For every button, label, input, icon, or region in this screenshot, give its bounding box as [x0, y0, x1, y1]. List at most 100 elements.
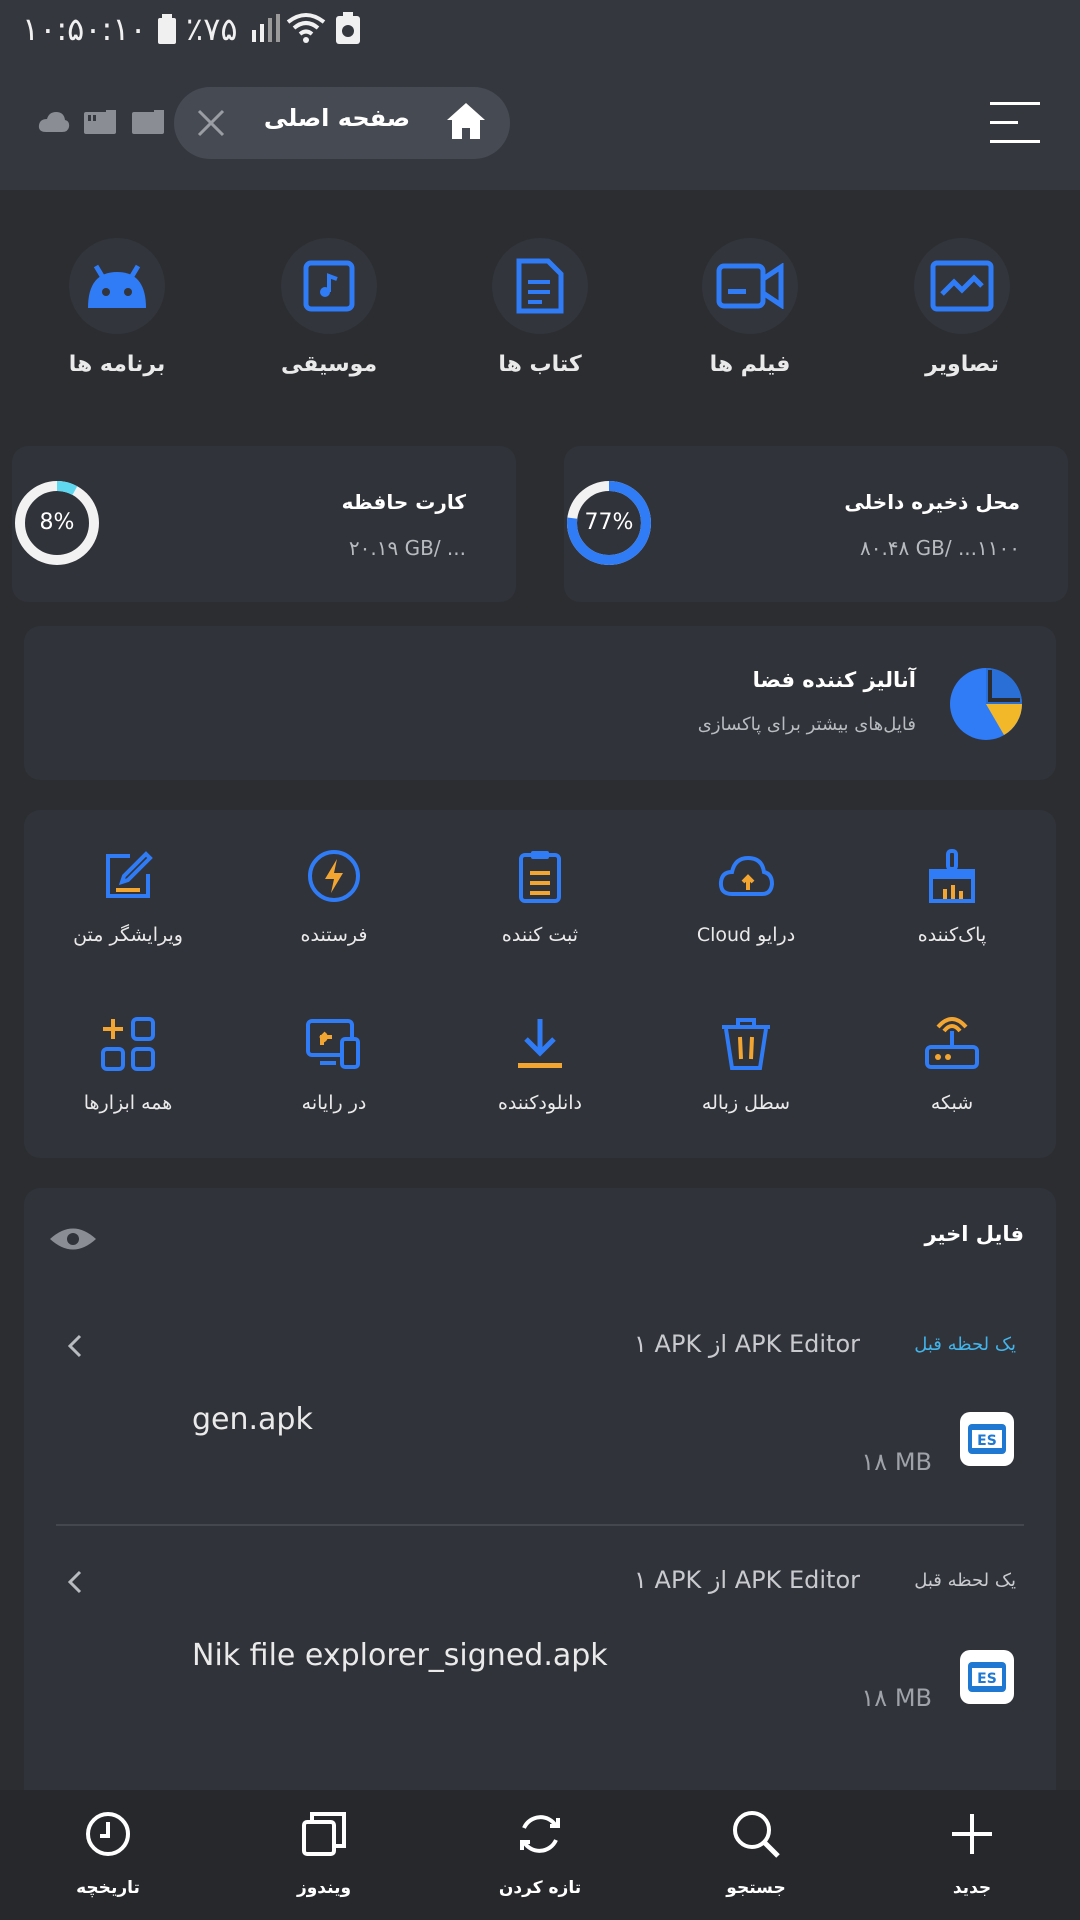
pie-chart-icon [948, 666, 1024, 742]
recent-files-panel [24, 1188, 1056, 1808]
nav-label: جستجو [726, 1878, 786, 1898]
nav-new[interactable]: جدید [892, 1806, 1052, 1898]
apk-file-icon: ES [960, 1650, 1014, 1704]
tool-all-tools[interactable]: همه ابزارها [28, 1012, 228, 1114]
internal-storage-percent: 77% [584, 510, 634, 535]
tool-label: ویرایشگر متن [73, 924, 183, 946]
category-videos[interactable]: فیلم ها [655, 238, 845, 377]
apk-file-icon: ES [960, 1412, 1014, 1466]
trash-icon [722, 1018, 770, 1070]
category-apps[interactable]: برنامه ها [22, 238, 212, 377]
refresh-icon [520, 1815, 560, 1853]
svg-text:ES: ES [977, 1433, 997, 1449]
search-icon [733, 1811, 780, 1858]
tool-label: در رایانه [301, 1092, 367, 1114]
category-label: برنامه ها [68, 352, 166, 377]
cast-icon [306, 1019, 360, 1069]
divider [56, 1524, 1024, 1526]
close-tab-icon[interactable] [196, 108, 226, 138]
category-label: فیلم ها [709, 352, 791, 377]
image-icon [930, 260, 994, 312]
nav-windows[interactable]: ویندوز [244, 1806, 404, 1898]
tool-label: همه ابزارها [83, 1092, 173, 1114]
category-label: کتاب ها [498, 352, 582, 377]
recent-file-name[interactable]: gen.apk [192, 1402, 313, 1437]
category-books[interactable]: کتاب ها [445, 238, 635, 377]
nav-label: تازه کردن [498, 1878, 582, 1898]
analyzer-title: آنالیز کننده فضا [752, 668, 916, 692]
tool-downloader[interactable]: دانلودکننده [440, 1012, 640, 1114]
download-icon [518, 1019, 562, 1068]
tool-label: دانلودکننده [497, 1092, 583, 1114]
recent-file-size: ۱۸ MB [861, 1684, 932, 1712]
video-icon [716, 263, 784, 309]
tool-cleaner[interactable]: پاک‌کننده [852, 844, 1052, 946]
lightning-icon [308, 850, 360, 902]
category-label: تصاویر [925, 352, 999, 377]
document-icon [516, 258, 564, 314]
nav-history[interactable]: تاریخچه [28, 1806, 188, 1898]
tool-recorder[interactable]: ثبت کننده [440, 844, 640, 946]
tool-label: ثبت کننده [501, 924, 579, 946]
recent-file-size: ۱۸ MB [861, 1448, 932, 1476]
recent-source: ۱ APK از APK Editor [634, 1330, 860, 1358]
eye-icon[interactable] [48, 1224, 98, 1254]
sdcard-storage-percent: 8% [39, 510, 75, 535]
analyzer-subtitle: فایل‌های بیشتر برای پاکسازی [697, 714, 916, 735]
recent-time: یک لحظه قبل [914, 1334, 1016, 1355]
tab-title: صفحه اصلی [263, 104, 411, 132]
nav-search[interactable]: جستجو [676, 1806, 836, 1898]
sdcard-icon[interactable] [84, 110, 116, 134]
tool-label: Cloud درایو [696, 924, 796, 946]
svg-text:ES: ES [977, 1671, 997, 1687]
internal-storage-title: محل ذخیره داخلی [844, 490, 1020, 514]
windows-icon [302, 1812, 346, 1856]
status-time: ۱۰:۵۰:۱۰ [22, 10, 147, 48]
category-music[interactable]: موسیقی [234, 238, 424, 377]
tool-text-editor[interactable]: ویرایشگر متن [28, 844, 228, 946]
sdcard-storage-usage: ۲۰.۱۹ GB/ ... [348, 536, 466, 560]
tool-label: فرستنده [300, 924, 368, 946]
tool-label: شبکه [930, 1092, 974, 1114]
expand-group-icon[interactable] [68, 1570, 82, 1594]
signal-icon [252, 14, 282, 42]
wifi-icon [286, 12, 326, 44]
recent-time: یک لحظه قبل [914, 1570, 1016, 1591]
edit-icon [106, 851, 153, 898]
router-icon [925, 1017, 979, 1069]
internal-storage-usage: ۸۰.۴۸ GB/ ...۱۱۰۰ [859, 536, 1020, 560]
nav-label: ویندوز [296, 1878, 352, 1898]
nav-label: تاریخچه [76, 1878, 140, 1898]
tool-cloud-drive[interactable]: Cloud درایو [646, 844, 846, 946]
category-images[interactable]: تصاویر [867, 238, 1057, 377]
music-icon [303, 260, 355, 312]
nav-refresh[interactable]: تازه کردن [460, 1806, 620, 1898]
storage-icon[interactable] [132, 110, 164, 134]
tool-label: سطل زباله [701, 1092, 791, 1114]
battery-icon [158, 14, 176, 44]
grid-icon [101, 1017, 155, 1071]
home-icon [446, 102, 486, 140]
menu-icon[interactable] [990, 102, 1040, 144]
history-icon [86, 1812, 130, 1856]
tool-sender[interactable]: فرستنده [234, 844, 434, 946]
cloud-icon[interactable] [38, 110, 70, 134]
recent-files-title: فایل اخیر [924, 1222, 1024, 1246]
battery-percent: ٪۷۵ [186, 10, 238, 48]
category-label: موسیقی [280, 352, 378, 377]
recent-file-name[interactable]: Nik file explorer_signed.apk [192, 1638, 608, 1673]
tool-on-pc[interactable]: در رایانه [234, 1012, 434, 1114]
expand-group-icon[interactable] [68, 1334, 82, 1358]
recycle-notification-icon [336, 12, 360, 44]
cloud-upload-icon [718, 855, 774, 896]
tool-label: پاک‌کننده [917, 924, 987, 946]
android-icon [88, 264, 146, 308]
recent-source: ۱ APK از APK Editor [634, 1566, 860, 1594]
plus-icon [952, 1814, 992, 1854]
tool-trash[interactable]: سطل زباله [646, 1012, 846, 1114]
sdcard-storage-title: کارت حافظه [341, 490, 466, 514]
clipboard-icon [519, 851, 561, 903]
space-analyzer-card[interactable] [24, 626, 1056, 780]
broom-icon [929, 849, 975, 903]
tool-network[interactable]: شبکه [852, 1012, 1052, 1114]
